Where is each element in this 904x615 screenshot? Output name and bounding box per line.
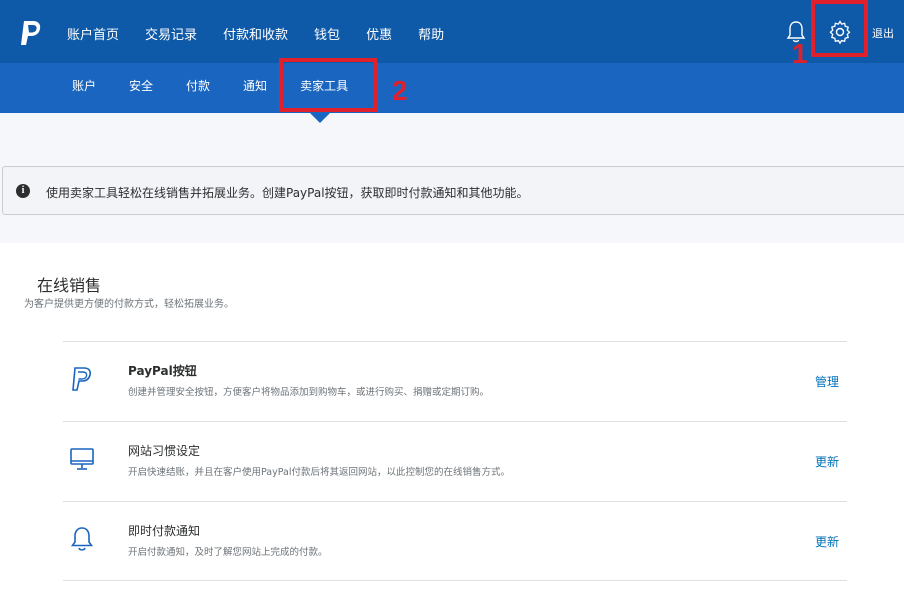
topnav-item-transactions[interactable]: 交易记录 [145, 24, 197, 43]
tab-payments[interactable]: 付款 [186, 77, 210, 94]
topnav-item-help[interactable]: 帮助 [418, 24, 444, 43]
list-item-paypal-buttons: PayPal按钮 创建并管理安全按钮，方便客户将物品添加到购物车，或进行购买、捐… [63, 341, 847, 421]
info-banner-text: 使用卖家工具轻松在线销售并拓展业务。创建PayPal按钮，获取即时付款通知和其他… [46, 186, 529, 200]
section-subtitle: 为客户提供更方便的付款方式，轻松拓展业务。 [24, 299, 234, 310]
tab-account[interactable]: 账户 [72, 77, 96, 94]
logout-link[interactable]: 退出 [872, 25, 894, 41]
row-title: 网站习惯设定 [128, 444, 201, 458]
active-tab-indicator [310, 113, 330, 123]
update-link[interactable]: 更新 [815, 453, 839, 470]
update-link[interactable]: 更新 [815, 533, 839, 550]
row-description: 开启快速结账，并且在客户使用PayPal付款后将其返回网站，以此控制您的在线销售… [128, 467, 511, 478]
manage-link[interactable]: 管理 [815, 373, 839, 390]
paypal-p-icon [72, 367, 92, 391]
list-item-website-preferences: 网站习惯设定 开启快速结账，并且在客户使用PayPal付款后将其返回网站，以此控… [63, 421, 847, 501]
topnav-item-home[interactable]: 账户首页 [67, 24, 119, 43]
settings-subnavigation-bar: 账户 安全 付款 通知 卖家工具 [0, 63, 904, 113]
tab-notifications[interactable]: 通知 [243, 77, 267, 94]
topnav-item-send-receive[interactable]: 付款和收款 [223, 24, 288, 43]
top-nav-menu: 账户首页 交易记录 付款和收款 钱包 优惠 帮助 [67, 24, 470, 43]
annotation-number-2: 2 [392, 75, 408, 106]
list-item-instant-payment-notification: 即时付款通知 开启付款通知，及时了解您网站上完成的付款。 更新 [63, 501, 847, 581]
row-description: 创建并管理安全按钮，方便客户将物品添加到购物车，或进行购买、捐赠或定期订购。 [128, 387, 490, 398]
topnav-item-offers[interactable]: 优惠 [366, 24, 392, 43]
tab-security[interactable]: 安全 [129, 77, 153, 94]
annotation-highlight-seller-tools [279, 58, 377, 112]
online-selling-card: 在线销售 为客户提供更方便的付款方式，轻松拓展业务。 PayPal按钮 创建并管… [0, 243, 904, 615]
row-description: 开启付款通知，及时了解您网站上完成的付款。 [128, 547, 328, 558]
annotation-number-1: 1 [792, 38, 808, 69]
topnav-item-wallet[interactable]: 钱包 [314, 24, 340, 43]
top-navigation-bar: 账户首页 交易记录 付款和收款 钱包 优惠 帮助 退出 [0, 0, 904, 63]
info-icon: i [16, 184, 30, 198]
row-title: PayPal按钮 [128, 364, 197, 378]
annotation-highlight-gear [811, 0, 868, 57]
section-title: 在线销售 [37, 276, 102, 295]
info-banner: i 使用卖家工具轻松在线销售并拓展业务。创建PayPal按钮，获取即时付款通知和… [2, 166, 904, 215]
paypal-logo-icon[interactable] [20, 20, 42, 46]
bell-icon [70, 527, 94, 551]
row-title: 即时付款通知 [128, 524, 201, 538]
monitor-icon [70, 448, 94, 470]
